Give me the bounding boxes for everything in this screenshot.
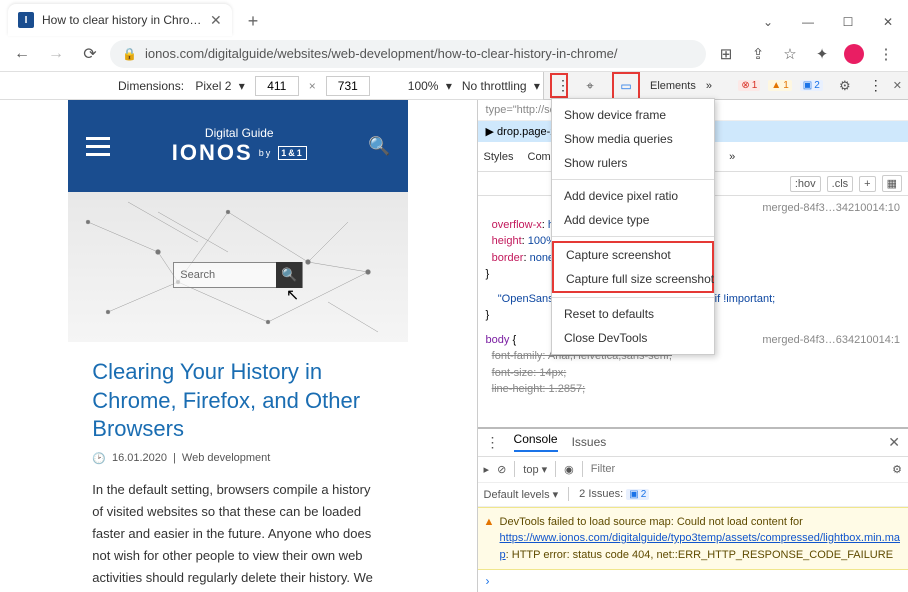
url-bar: ← → ⟳ 🔒 ionos.com/digitalguide/websites/…	[0, 36, 908, 72]
new-style-rule[interactable]: +	[859, 176, 875, 192]
ctx-reset-defaults[interactable]: Reset to defaults	[552, 302, 714, 326]
hero-image: Search 🔍 ↖	[68, 192, 408, 342]
article-date: 16.01.2020	[112, 452, 167, 464]
issues-badge[interactable]: ▣ 2	[800, 80, 823, 91]
subtabs-overflow[interactable]: »	[729, 151, 735, 163]
browser-tab[interactable]: I How to clear history in Chrome ✕	[8, 4, 232, 36]
live-expression-icon[interactable]: ◉	[564, 463, 574, 476]
drawer-close-icon[interactable]: ✕	[888, 434, 900, 451]
ctx-capture-screenshot[interactable]: Capture screenshot	[554, 243, 712, 267]
article-body: In the default setting, browsers compile…	[92, 479, 384, 592]
article-category[interactable]: Web development	[182, 452, 270, 464]
dimensions-dropdown[interactable]: Dimensions: Pixel 2 ▾	[118, 79, 245, 93]
devtools-toolbar: ⋮ ⌖ ▭ Elements » ⊗ 1 ▲ 1 ▣ 2 ⚙ ⋮ ✕	[543, 72, 908, 100]
settings-icon[interactable]: ⚙	[831, 72, 859, 100]
console-warning[interactable]: ▲ DevTools failed to load source map: Co…	[478, 507, 908, 571]
search-icon[interactable]: 🔍	[368, 135, 390, 157]
ctx-show-media-queries[interactable]: Show media queries	[552, 127, 714, 151]
issues-tab[interactable]: Issues	[572, 435, 607, 449]
console-settings-icon[interactable]: ⚙	[892, 463, 902, 476]
ctx-show-device-frame[interactable]: Show device frame	[552, 103, 714, 127]
profile-avatar[interactable]	[840, 40, 868, 68]
lock-icon: 🔒	[122, 47, 137, 61]
article: Clearing Your History in Chrome, Firefox…	[68, 342, 408, 592]
devtools-kebab[interactable]: ⋮	[867, 77, 885, 94]
width-input[interactable]	[255, 76, 299, 96]
devtools-more-menu[interactable]: ⋮	[550, 73, 568, 98]
zoom-dropdown[interactable]: 100% ▾	[408, 79, 452, 93]
cursor-icon: ↖	[286, 285, 299, 305]
clock-icon: 🕑	[92, 452, 106, 465]
ctx-show-rulers[interactable]: Show rulers	[552, 151, 714, 175]
warning-badge[interactable]: ▲ 1	[768, 80, 791, 91]
ctx-add-device-type[interactable]: Add device type	[552, 208, 714, 232]
hero-search-button: 🔍	[276, 262, 302, 288]
page-viewport: Digital Guide IONOS by 1&1 🔍	[0, 100, 477, 592]
minimize-button[interactable]: ―	[788, 8, 828, 36]
favicon: I	[18, 12, 34, 28]
caret-down-icon[interactable]: ⌄	[748, 8, 788, 36]
bookmark-icon[interactable]: ☆	[776, 40, 804, 68]
new-tab-button[interactable]: +	[240, 7, 267, 36]
url-text: ionos.com/digitalguide/websites/web-deve…	[145, 46, 618, 61]
tab-title: How to clear history in Chrome	[42, 13, 202, 27]
extensions-icon[interactable]: ✦	[808, 40, 836, 68]
hamburger-menu[interactable]	[86, 137, 110, 156]
device-context-menu: Show device frame Show media queries Sho…	[551, 98, 715, 355]
throttling-dropdown[interactable]: No throttling ▾	[462, 79, 540, 93]
ctx-close-devtools[interactable]: Close DevTools	[552, 326, 714, 350]
cls-toggle[interactable]: .cls	[827, 176, 854, 192]
styles-tab[interactable]: Styles	[484, 151, 514, 163]
inspect-icon[interactable]: ⌖	[576, 72, 604, 100]
dim-separator: ×	[309, 79, 316, 93]
computed-box-icon[interactable]: ▦	[882, 175, 902, 192]
console-tab[interactable]: Console	[514, 432, 558, 452]
console-sidebar-icon[interactable]: ▸	[484, 463, 490, 476]
article-title: Clearing Your History in Chrome, Firefox…	[92, 358, 384, 444]
console-drawer: ⋮ Console Issues ✕ ▸ ⊘ top ▾ ◉ ⚙ Default…	[478, 427, 908, 592]
console-prompt[interactable]: ›	[478, 570, 908, 592]
console-filter-input[interactable]	[591, 463, 884, 475]
ctx-capture-full-screenshot[interactable]: Capture full size screenshot	[554, 267, 712, 291]
back-button[interactable]: ←	[8, 40, 36, 68]
logo[interactable]: Digital Guide IONOS by 1&1	[172, 126, 307, 166]
sourcemap-link[interactable]: https://www.ionos.com/digitalguide/typo3…	[500, 532, 900, 544]
context-dropdown[interactable]: top ▾	[523, 463, 547, 476]
close-tab-icon[interactable]: ✕	[210, 12, 222, 29]
elements-tab[interactable]: Elements	[648, 76, 698, 96]
close-window-button[interactable]: ✕	[868, 8, 908, 36]
device-mode-icon[interactable]: ▭	[612, 72, 640, 100]
hero-search-box: Search 🔍	[173, 262, 303, 288]
hov-toggle[interactable]: :hov	[790, 176, 821, 192]
tabs-overflow[interactable]: »	[706, 80, 712, 92]
chrome-menu-icon[interactable]: ⋮	[872, 40, 900, 68]
log-levels-dropdown[interactable]: Default levels ▾	[484, 488, 559, 501]
height-input[interactable]	[326, 76, 370, 96]
drawer-menu-icon[interactable]: ⋮	[486, 434, 500, 451]
warning-icon: ▲	[484, 514, 495, 531]
clear-console-icon[interactable]: ⊘	[497, 463, 506, 476]
site-header: Digital Guide IONOS by 1&1 🔍	[68, 100, 408, 192]
translate-icon[interactable]: ⊞	[712, 40, 740, 68]
reload-button[interactable]: ⟳	[76, 40, 104, 68]
forward-button: →	[42, 40, 70, 68]
error-badge[interactable]: ⊗ 1	[738, 80, 760, 91]
devtools-close-icon[interactable]: ✕	[893, 79, 902, 92]
ctx-add-dpr[interactable]: Add device pixel ratio	[552, 184, 714, 208]
window-titlebar: I How to clear history in Chrome ✕ + ⌄ ―…	[0, 0, 908, 36]
share-icon[interactable]: ⇪	[744, 40, 772, 68]
maximize-button[interactable]: ☐	[828, 8, 868, 36]
issues-link[interactable]: 2 Issues: ▣ 2	[579, 488, 649, 500]
address-bar[interactable]: 🔒 ionos.com/digitalguide/websites/web-de…	[110, 40, 706, 68]
